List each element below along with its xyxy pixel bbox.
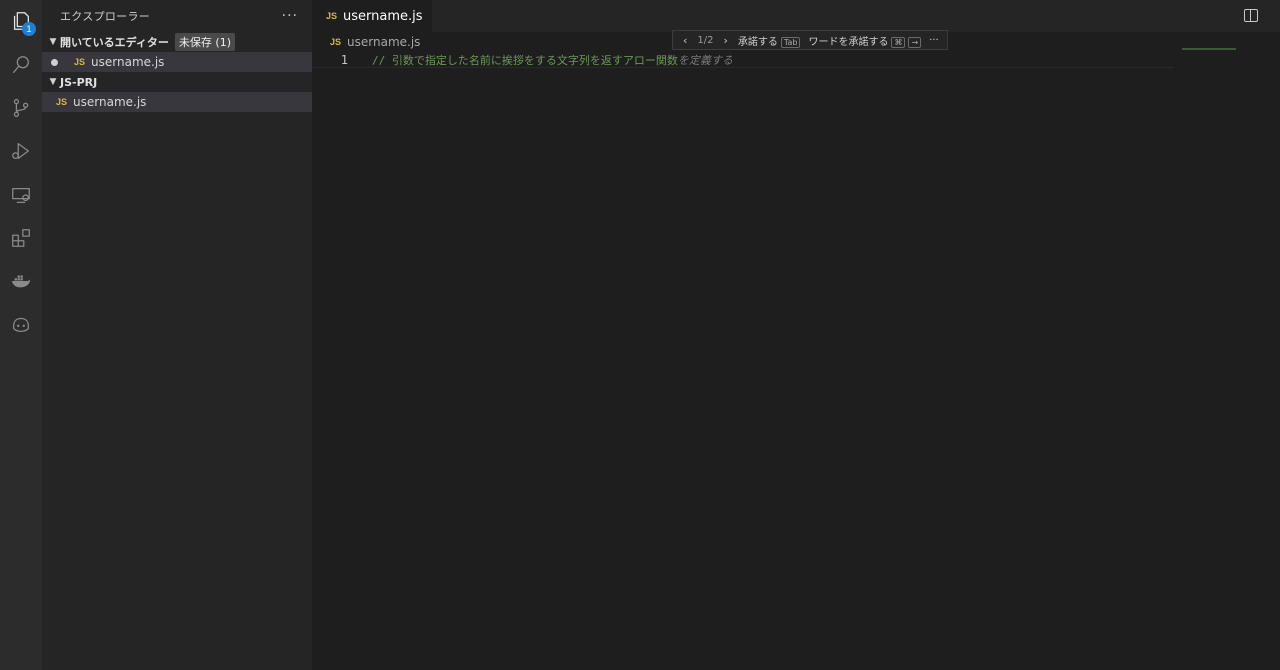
- chevron-down-icon: ▼: [49, 77, 57, 87]
- tab-label: username.js: [343, 8, 423, 24]
- explorer-sidebar: エクスプローラー ··· ▼ 開いているエディター 未保存 (1) JS use…: [42, 0, 312, 670]
- remote-explorer-button[interactable]: [0, 174, 42, 216]
- accept-word-button[interactable]: ワードを承諾する ⌘ →: [808, 33, 922, 48]
- source-control-icon: [13, 98, 29, 118]
- ghost-suggestion-text: を定義する: [677, 53, 733, 67]
- chevron-down-icon: ▼: [49, 37, 57, 47]
- more-actions-icon[interactable]: ···: [929, 35, 939, 46]
- js-file-icon: JS: [326, 11, 338, 21]
- tab-key-hint: Tab: [780, 36, 801, 48]
- open-editor-file-name: username.js: [91, 55, 165, 69]
- accept-word-label: ワードを承諾する: [808, 36, 889, 48]
- docker-button[interactable]: [0, 260, 42, 302]
- extensions-icon: [12, 229, 30, 247]
- extensions-button[interactable]: [0, 217, 42, 259]
- inline-suggestion-toolbar: ‹ 1/2 › 承諾する Tab ワードを承諾する ⌘ → ···: [672, 30, 948, 50]
- open-editors-label: 開いているエディター: [60, 36, 169, 49]
- tab-bar: JS username.js: [312, 0, 1280, 32]
- line-number: 1: [340, 52, 348, 67]
- open-editor-item[interactable]: JS username.js: [42, 52, 312, 72]
- more-icon[interactable]: ···: [282, 8, 298, 24]
- code-comment-text: // 引数で指定した名前に挨拶をする文字列を返すアロー関数: [372, 53, 678, 67]
- minimap-line[interactable]: [1182, 48, 1236, 50]
- accept-button[interactable]: 承諾する Tab: [738, 33, 801, 48]
- unsaved-dot-icon[interactable]: [50, 58, 58, 66]
- copilot-button[interactable]: [0, 303, 42, 345]
- arrow-key-hint: →: [908, 36, 922, 48]
- explorer-badge: 1: [22, 22, 36, 36]
- run-debug-icon: [12, 143, 29, 159]
- unsaved-badge: 未保存 (1): [174, 33, 235, 51]
- copilot-icon: [13, 317, 29, 332]
- js-file-icon: JS: [74, 57, 86, 67]
- previous-suggestion-icon[interactable]: ‹: [679, 34, 691, 47]
- open-editors-section-header[interactable]: ▼ 開いているエディター 未保存 (1): [42, 32, 312, 52]
- activity-bar: 1: [0, 0, 42, 670]
- tab-username-js[interactable]: JS username.js: [312, 0, 432, 32]
- source-control-button[interactable]: [0, 87, 42, 129]
- breadcrumb-file[interactable]: username.js: [347, 35, 420, 49]
- docker-icon: [11, 275, 31, 288]
- project-label: JS-PRJ: [60, 75, 98, 89]
- accept-label: 承諾する: [737, 36, 778, 48]
- code-comment[interactable]: // 引数で指定した名前に挨拶をする文字列を返すアロー関数を定義する: [372, 52, 733, 68]
- js-file-icon: JS: [330, 37, 342, 47]
- suggestion-counter: 1/2: [697, 34, 714, 46]
- editor-area: JS username.js JS username.js 1 // 引数で指定…: [312, 0, 1280, 670]
- code-line[interactable]: 1 // 引数で指定した名前に挨拶をする文字列を返すアロー関数を定義する: [312, 52, 1174, 68]
- project-file-name: username.js: [73, 95, 147, 109]
- remote-explorer-icon: [12, 187, 30, 203]
- cmd-key-hint: ⌘: [891, 36, 906, 48]
- sidebar-header: エクスプローラー ···: [42, 0, 312, 32]
- search-icon: [13, 56, 29, 73]
- run-debug-button[interactable]: [0, 130, 42, 172]
- js-file-icon: JS: [56, 97, 68, 107]
- sidebar-title: エクスプローラー: [60, 10, 151, 23]
- project-section-header[interactable]: ▼ JS-PRJ: [42, 72, 312, 92]
- next-suggestion-icon[interactable]: ›: [720, 34, 732, 47]
- explorer-button[interactable]: 1: [0, 0, 42, 42]
- search-button[interactable]: [0, 44, 42, 86]
- project-file-item[interactable]: JS username.js: [42, 92, 312, 112]
- split-editor-icon[interactable]: [1244, 9, 1258, 22]
